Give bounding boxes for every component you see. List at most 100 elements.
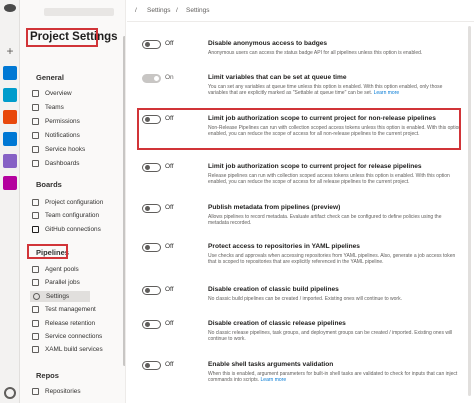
sidebar-item-label: XAML build services [45,346,103,354]
gear-icon[interactable] [4,387,16,399]
document-icon [32,199,39,206]
toggle-state-label: Off [165,320,174,327]
phone-icon [32,319,39,327]
sidebar-item-xaml-build-services[interactable]: XAML build services [32,344,103,355]
boards-icon[interactable] [3,88,17,102]
setting-description-text: Allows pipelines to record metadata. Eva… [208,214,442,227]
setting-description: Anonymous users can access the status ba… [208,50,463,56]
setting-description-text: Release pipelines can run with collectio… [208,173,450,186]
sidebar-item-label: Service hooks [45,146,86,153]
sidebar-item-label: Service connections [45,333,103,340]
teams-icon [32,104,39,111]
repos-icon[interactable] [3,110,17,124]
sidebar-item-permissions[interactable]: Permissions [32,116,80,127]
setting-toggle[interactable] [142,163,161,172]
toggle-state-label: Off [165,40,174,47]
setting-toggle[interactable] [142,74,161,83]
breadcrumb-settings[interactable]: Settings [147,7,171,14]
setting-toggle[interactable] [142,204,161,213]
sidebar-item-label: Notifications [45,132,80,139]
setting-description-text: You can set any variables at queue time … [208,84,443,97]
sidebar-item-label: Dashboards [45,160,80,167]
sidebar-item-dashboards[interactable]: Dashboards [32,158,79,169]
setting-highlight [137,108,461,150]
sidebar-item-agent-pools[interactable]: Agent pools [32,264,79,275]
service-hooks-icon [32,146,39,153]
setting-description-text: Use checks and approvals when accessing … [208,253,456,266]
sidebar-item-teams[interactable]: Teams [32,102,64,113]
overview-icon[interactable] [3,66,17,80]
sidebar-item-notifications[interactable]: Notifications [32,130,80,141]
setting-toggle[interactable] [142,320,161,329]
sidebar-item-team-configuration[interactable]: Team configuration [32,210,99,221]
sidebar-item-settings[interactable]: Settings [30,290,90,302]
toggle-knob [145,322,150,327]
title-highlight [26,28,98,47]
setting-description: When this is enabled, argument parameter… [208,371,463,384]
parallel-jobs-icon [32,279,39,287]
teams-icon [32,212,39,220]
toggle-knob [145,245,150,250]
setting-description: Allows pipelines to record metadata. Eva… [208,214,463,227]
setting-description: You can set any variables at queue time … [208,84,463,97]
toggle-state-label: Off [165,361,174,368]
sidebar-item-service-connections[interactable]: Service connections [32,331,102,342]
toggle-knob [145,288,150,293]
sidebar-item-repositories[interactable]: Repositories [32,386,81,397]
breadcrumb-separator: / [135,7,137,14]
service-connections-icon [32,333,39,340]
sidebar-item-label: Parallel jobs [45,279,80,287]
sidebar-item-label: Settings [46,292,70,300]
sidebar-item-test-management[interactable]: Test management [32,304,96,315]
setting-title: Disable creation of classic build pipeli… [208,286,339,293]
setting-description-text: Anonymous users can access the status ba… [208,50,423,56]
toggle-state-label: Off [165,204,174,211]
test-plans-icon[interactable] [3,154,17,168]
setting-title: Limit job authorization scope to current… [208,163,422,170]
agent-pools-icon [32,266,39,273]
breadcrumb-current[interactable]: Settings [186,7,210,14]
setting-title: Protect access to repositories in YAML p… [208,243,360,250]
setting-description: No classic release pipelines, task group… [208,330,463,343]
toggle-state-label: Off [165,163,174,170]
sidebar-item-release-retention[interactable]: Release retention [32,318,95,329]
sidebar-item-service-hooks[interactable]: Service hooks [32,144,85,155]
learn-more-link[interactable]: Learn more [374,90,400,96]
toggle-state-label: Off [165,243,174,250]
setting-title: Disable anonymous access to badges [208,40,328,47]
sidebar-item-project-configuration[interactable]: Project configuration [32,197,103,208]
sidebar-item-label: Project configuration [45,199,104,206]
azure-devops-logo-icon[interactable] [4,4,16,12]
main-scrollbar[interactable] [468,26,471,396]
setting-description: No classic build pipelines can be create… [208,296,463,302]
repos-icon [32,388,39,395]
info-icon [32,90,39,97]
toggle-knob [145,165,150,170]
test-icon [32,306,39,314]
setting-toggle[interactable] [142,286,161,295]
toggle-knob [145,42,150,47]
section-repos: Repos [36,371,59,380]
setting-toggle[interactable] [142,361,161,370]
sidebar-item-label: Team configuration [45,212,99,220]
sidebar-scrollbar[interactable] [123,36,125,366]
org-name-placeholder[interactable] [44,8,114,16]
setting-title: Publish metadata from pipelines (preview… [208,204,341,211]
toggle-state-label: Off [165,286,174,293]
pipelines-highlight [27,244,68,259]
artifacts-icon[interactable] [3,176,17,190]
sidebar-item-github-connections[interactable]: GitHub connections [32,224,101,235]
sidebar-item-parallel-jobs[interactable]: Parallel jobs [32,277,80,288]
setting-toggle[interactable] [142,40,161,49]
pipelines-icon[interactable] [3,132,17,146]
sidebar-item-overview[interactable]: Overview [32,88,72,99]
section-general: General [36,73,64,82]
plus-icon[interactable]: + [5,45,15,57]
setting-title: Limit variables that can be set at queue… [208,74,347,81]
setting-title: Disable creation of classic release pipe… [208,320,346,327]
sidebar-item-label: GitHub connections [45,225,101,233]
setting-toggle[interactable] [142,243,161,252]
toggle-state-label: On [165,74,174,81]
sidebar-item-label: Permissions [45,118,80,125]
learn-more-link[interactable]: Learn more [261,377,287,383]
